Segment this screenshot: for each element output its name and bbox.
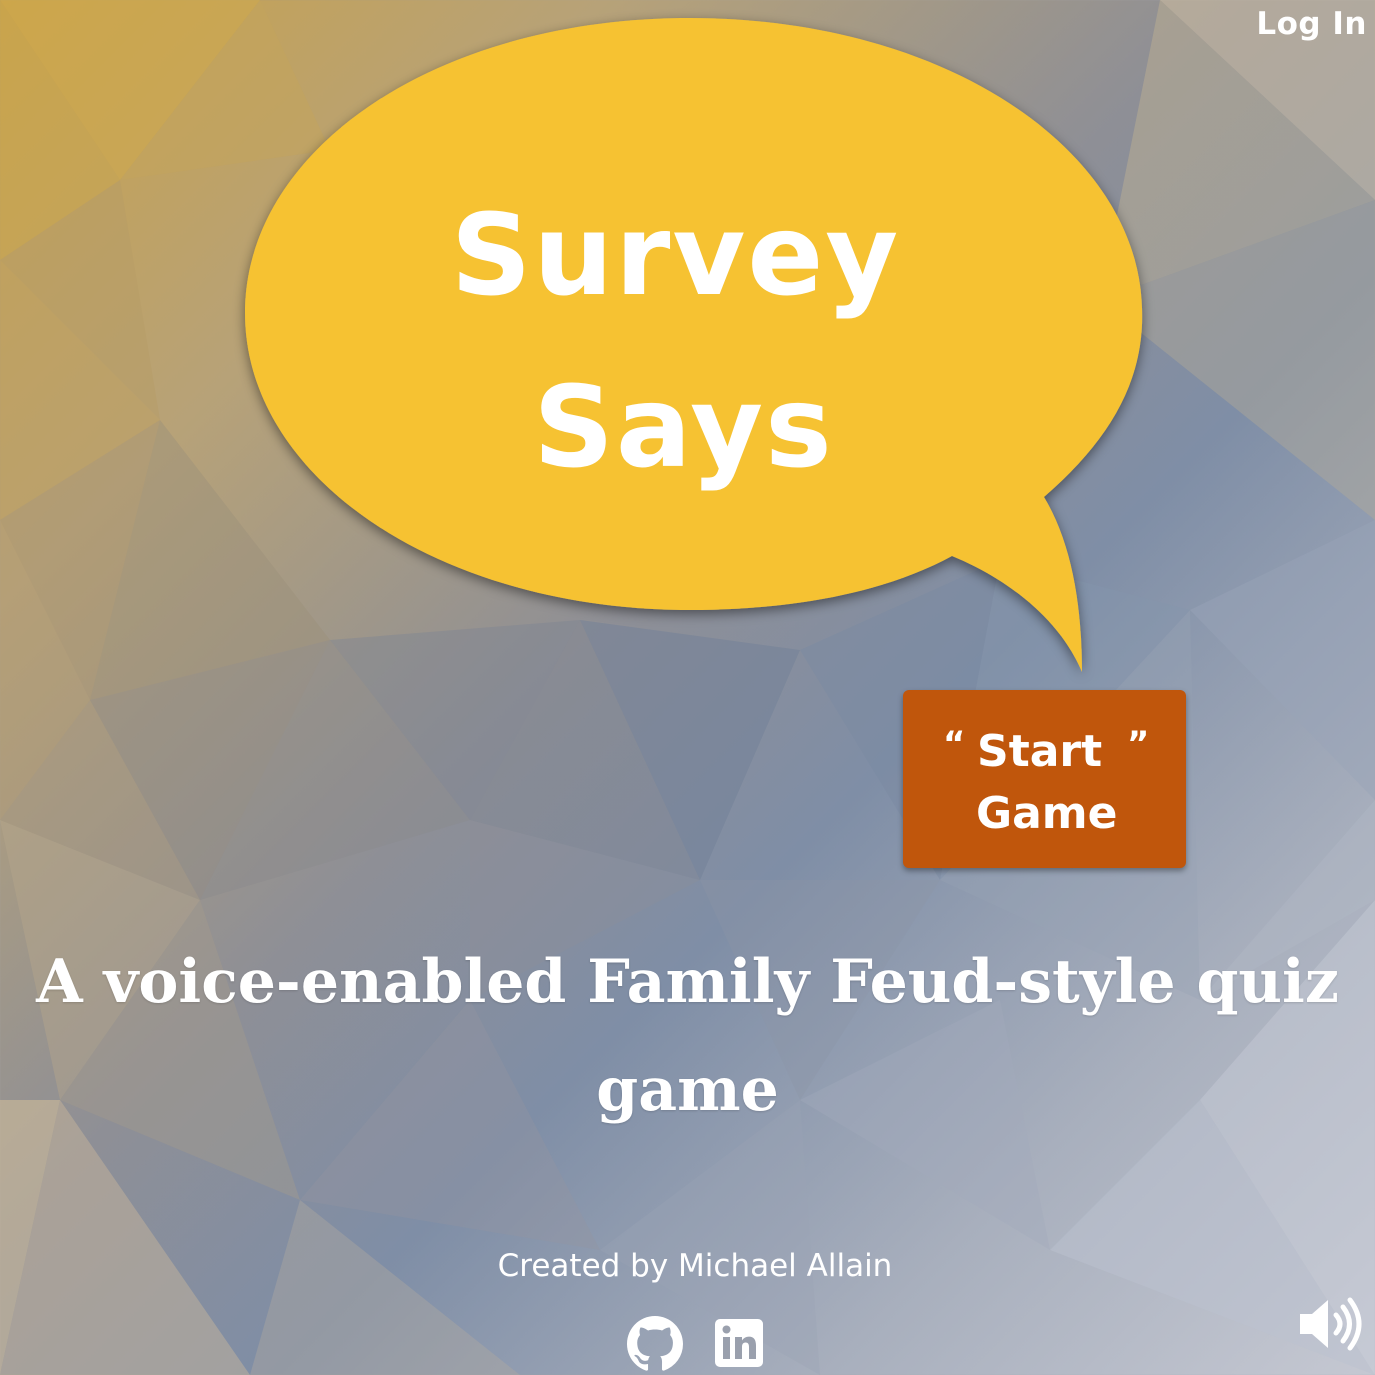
- creator-credit: Created by Michael Allain: [497, 1248, 893, 1284]
- speech-bubble: [245, 18, 1143, 672]
- open-quote: “: [943, 724, 966, 764]
- linkedin-icon[interactable]: [714, 1318, 764, 1368]
- github-icon[interactable]: [627, 1316, 683, 1372]
- game-label: Game: [976, 788, 1118, 839]
- close-quote: ”: [1127, 724, 1150, 764]
- tagline: A voice-enabled Family Feud-style quiz g…: [36, 947, 1339, 1125]
- start-game-button[interactable]: “ Start ” Game: [903, 690, 1186, 868]
- login-link[interactable]: Log In: [1256, 6, 1367, 42]
- title-line-2: Says: [533, 363, 834, 493]
- start-label: Start: [977, 726, 1103, 777]
- speaker-icon[interactable]: [1298, 1296, 1364, 1352]
- title-line-1: Survey: [450, 191, 901, 321]
